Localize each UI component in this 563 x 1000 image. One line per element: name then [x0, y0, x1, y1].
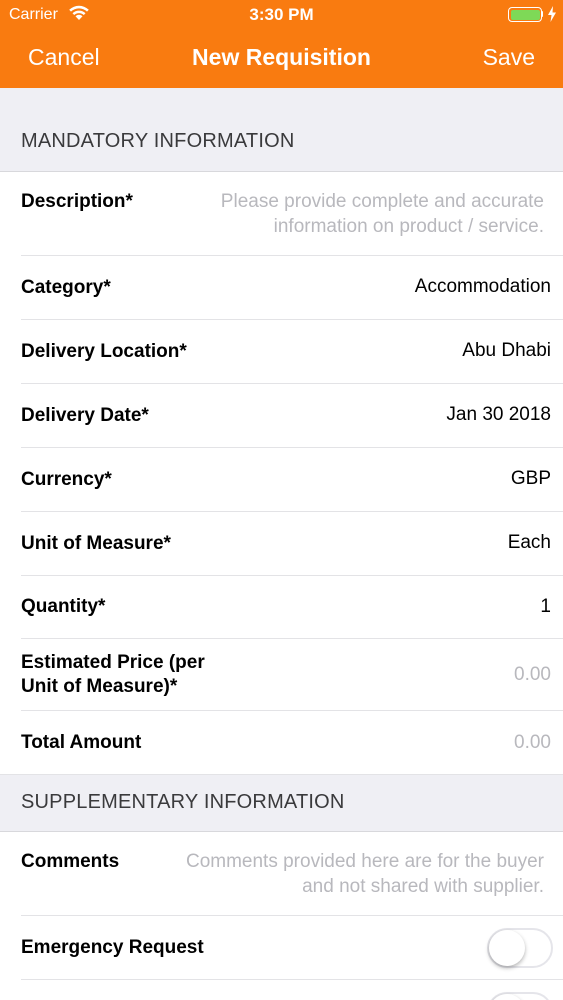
comments-placeholder-line1[interactable]: Comments provided here are for the buyer	[186, 849, 544, 874]
category-row[interactable]: Category* Accommodation	[0, 256, 563, 320]
toggle-knob	[489, 930, 525, 966]
status-bar: Carrier 3:30 PM	[0, 0, 563, 30]
unit-of-measure-label: Unit of Measure*	[21, 533, 171, 554]
emergency-request-row: Emergency Request	[0, 916, 563, 980]
delivery-date-label: Delivery Date*	[21, 405, 149, 426]
delivery-location-label: Delivery Location*	[21, 341, 187, 362]
description-row[interactable]: Description* Please provide complete and…	[0, 172, 563, 256]
toggle-knob	[489, 994, 525, 1000]
comments-placeholder-line2[interactable]: and not shared with supplier.	[302, 874, 544, 899]
unit-of-measure-row[interactable]: Unit of Measure* Each	[0, 512, 563, 576]
description-placeholder-line2[interactable]: information on product / service.	[274, 214, 544, 239]
description-label: Description*	[21, 191, 133, 212]
unit-of-measure-value[interactable]: Each	[508, 531, 551, 555]
supplementary-section-header: SUPPLEMENTARY INFORMATION	[0, 775, 563, 832]
mandatory-section-header: MANDATORY INFORMATION	[0, 88, 563, 172]
currency-label: Currency*	[21, 469, 112, 490]
delivery-date-row[interactable]: Delivery Date* Jan 30 2018	[0, 384, 563, 448]
estimated-price-label-line2: Unit of Measure)*	[21, 676, 178, 697]
category-label: Category*	[21, 277, 111, 298]
total-amount-row: Total Amount 0.00	[0, 711, 563, 775]
delivery-location-row[interactable]: Delivery Location* Abu Dhabi	[0, 320, 563, 384]
estimated-price-input[interactable]: 0.00	[514, 663, 551, 687]
page-title: New Requisition	[192, 44, 371, 70]
total-amount-value: 0.00	[514, 732, 551, 753]
battery-tip	[541, 11, 543, 17]
delivery-location-value[interactable]: Abu Dhabi	[462, 339, 551, 363]
quantity-value[interactable]: 1	[540, 595, 551, 619]
quantity-label: Quantity*	[21, 596, 106, 617]
currency-row[interactable]: Currency* GBP	[0, 448, 563, 512]
comments-label: Comments	[21, 851, 120, 872]
emergency-request-toggle[interactable]	[487, 928, 553, 968]
charging-bolt-icon	[548, 6, 556, 22]
estimated-price-row[interactable]: Estimated Price (per Unit of Measure)* 0…	[0, 639, 563, 711]
currency-value[interactable]: GBP	[511, 467, 551, 491]
quantity-row[interactable]: Quantity* 1	[0, 576, 563, 639]
total-amount-label: Total Amount	[21, 732, 142, 753]
estimated-price-label-line1: Estimated Price (per	[21, 652, 205, 673]
navigation-bar: Carrier 3:30 PM Cancel New Requisition S…	[0, 0, 563, 88]
mandatory-section-title: MANDATORY INFORMATION	[21, 130, 295, 152]
battery-icon	[508, 7, 542, 22]
comments-row[interactable]: Comments Comments provided here are for …	[0, 832, 563, 916]
save-button[interactable]: Save	[483, 44, 535, 71]
delivery-date-value[interactable]: Jan 30 2018	[446, 403, 551, 427]
description-placeholder-line1[interactable]: Please provide complete and accurate	[221, 189, 544, 214]
next-row	[0, 980, 563, 1000]
emergency-request-label: Emergency Request	[21, 937, 204, 958]
supplementary-section-title: SUPPLEMENTARY INFORMATION	[21, 791, 345, 813]
next-row-toggle[interactable]	[487, 992, 553, 1000]
clock: 3:30 PM	[249, 5, 314, 24]
category-value[interactable]: Accommodation	[415, 275, 551, 299]
